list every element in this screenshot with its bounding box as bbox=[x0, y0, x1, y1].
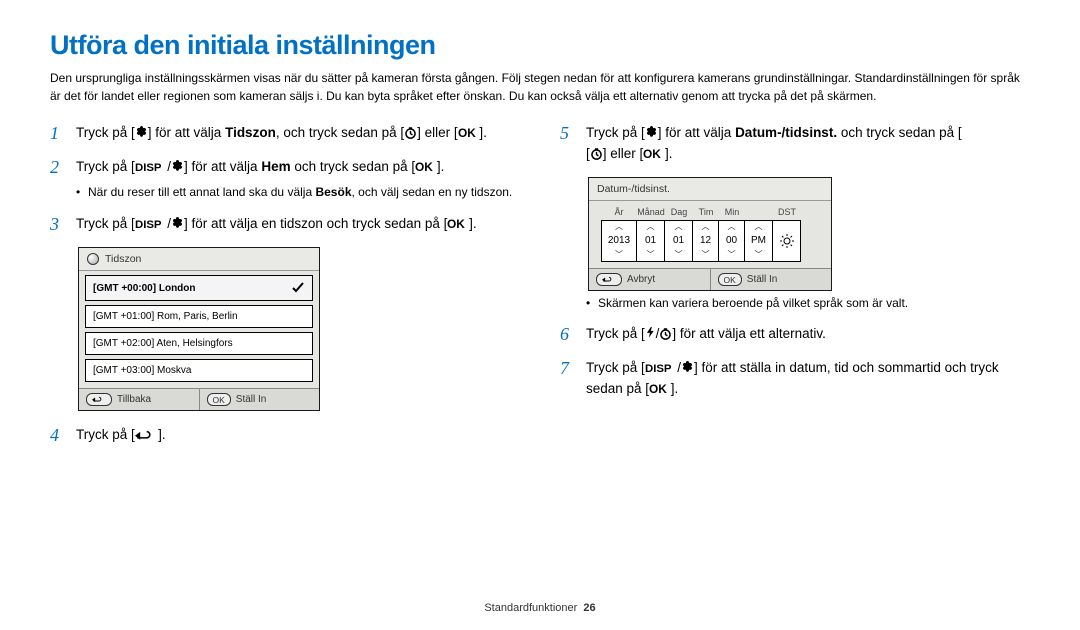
tz-list: [GMT +00:00] London [GMT +01:00] Rom, Pa… bbox=[79, 271, 319, 388]
step-5: 5 Tryck på [] för att välja Datum-/tidsi… bbox=[560, 123, 1030, 165]
step-text: Tryck på [/] för att välja en tidszon oc… bbox=[76, 214, 520, 235]
step-3: 3 Tryck på [/] för att välja en tidszon … bbox=[50, 214, 520, 236]
step-text: Tryck på [/] för att välja ett alternati… bbox=[586, 324, 1030, 345]
chevron-down-icon[interactable]: ﹀ bbox=[602, 251, 636, 259]
back-icon bbox=[135, 427, 158, 440]
step-1: 1 Tryck på [] för att välja Tidszon, och… bbox=[50, 123, 520, 145]
dt-month-cell[interactable]: ︿01﹀ bbox=[636, 220, 665, 262]
flower-icon bbox=[171, 159, 184, 172]
right-column: 5 Tryck på [] för att välja Datum-/tidsi… bbox=[560, 123, 1030, 459]
dt-cells: ︿2013﹀ ︿01﹀ ︿01﹀ ︿12﹀ ︿00﹀ ︿PM﹀ bbox=[601, 220, 823, 262]
dt-day-cell[interactable]: ︿01﹀ bbox=[664, 220, 693, 262]
disp-icon bbox=[135, 216, 168, 229]
dt-hour-cell[interactable]: ︿12﹀ bbox=[692, 220, 719, 262]
ok-icon bbox=[447, 216, 469, 229]
step-number: 2 bbox=[50, 157, 68, 179]
back-key-icon bbox=[86, 393, 112, 406]
dt-year-cell[interactable]: ︿2013﹀ bbox=[601, 220, 637, 262]
tz-item[interactable]: [GMT +02:00] Aten, Helsingfors bbox=[85, 332, 313, 355]
step-text: Tryck på []. bbox=[76, 425, 520, 446]
flower-icon bbox=[681, 360, 694, 373]
flower-icon bbox=[135, 125, 148, 138]
back-key-icon bbox=[596, 273, 622, 286]
tz-item[interactable]: [GMT +03:00] Moskva bbox=[85, 359, 313, 382]
left-column: 1 Tryck på [] för att välja Tidszon, och… bbox=[50, 123, 520, 459]
ok-icon bbox=[643, 146, 665, 159]
check-icon bbox=[291, 281, 305, 295]
ok-icon bbox=[415, 159, 437, 172]
step-6: 6 Tryck på [/] för att välja ett alterna… bbox=[560, 324, 1030, 346]
disp-icon bbox=[135, 159, 168, 172]
tz-back-button[interactable]: Tillbaka bbox=[79, 389, 199, 410]
sun-icon bbox=[780, 234, 794, 248]
step-text: Tryck på [] för att välja Tidszon, och t… bbox=[76, 123, 520, 144]
dt-footer: Avbryt OK Ställ In bbox=[589, 268, 831, 290]
timer-icon bbox=[659, 326, 672, 339]
tz-set-button[interactable]: OK Ställ In bbox=[199, 389, 320, 410]
step-number: 7 bbox=[560, 358, 578, 380]
bolt-icon bbox=[645, 326, 656, 339]
dt-min-cell[interactable]: ︿00﹀ bbox=[718, 220, 745, 262]
tz-header: Tidszon bbox=[79, 248, 319, 271]
step-text: Tryck på [/] för att ställa in datum, ti… bbox=[586, 358, 1030, 400]
ok-key-icon: OK bbox=[207, 393, 231, 406]
dt-set-button[interactable]: OK Ställ In bbox=[710, 269, 832, 290]
flower-icon bbox=[171, 216, 184, 229]
page-footer: Standardfunktioner 26 bbox=[0, 602, 1080, 614]
step-2: 2 Tryck på [/] för att välja Hem och try… bbox=[50, 157, 520, 179]
dt-body: År Månad Dag Tim Min DST ︿2013﹀ ︿01﹀ ︿01… bbox=[589, 201, 831, 268]
timer-icon bbox=[590, 146, 603, 159]
globe-icon bbox=[87, 253, 99, 265]
intro-paragraph: Den ursprungliga inställningsskärmen vis… bbox=[50, 69, 1030, 105]
tz-footer: Tillbaka OK Ställ In bbox=[79, 388, 319, 410]
page-title: Utföra den initiala inställningen bbox=[50, 30, 1030, 61]
ok-key-icon: OK bbox=[718, 273, 742, 286]
step-2-sub: När du reser till ett annat land ska du … bbox=[88, 184, 520, 201]
step-number: 3 bbox=[50, 214, 68, 236]
step-number: 5 bbox=[560, 123, 578, 145]
tz-item[interactable]: [GMT +01:00] Rom, Paris, Berlin bbox=[85, 305, 313, 328]
chevron-up-icon[interactable]: ︿ bbox=[602, 223, 636, 231]
timer-icon bbox=[404, 125, 417, 138]
timezone-screenshot: Tidszon [GMT +00:00] London [GMT +01:00]… bbox=[78, 247, 320, 411]
dt-ampm-cell[interactable]: ︿PM﹀ bbox=[744, 220, 773, 262]
tz-title: Tidszon bbox=[105, 253, 141, 265]
step-4: 4 Tryck på []. bbox=[50, 425, 520, 447]
step-text: Tryck på [] för att välja Datum-/tidsins… bbox=[586, 123, 1030, 165]
step-number: 6 bbox=[560, 324, 578, 346]
step-7: 7 Tryck på [/] för att ställa in datum, … bbox=[560, 358, 1030, 400]
dt-dst-cell[interactable] bbox=[772, 220, 801, 262]
tz-item-selected[interactable]: [GMT +00:00] London bbox=[85, 275, 313, 301]
datetime-screenshot: Datum-/tidsinst. År Månad Dag Tim Min DS… bbox=[588, 177, 832, 291]
ok-icon bbox=[458, 125, 480, 138]
content-columns: 1 Tryck på [] för att välja Tidszon, och… bbox=[50, 123, 1030, 459]
flower-icon bbox=[645, 125, 658, 138]
step-5-sub: Skärmen kan variera beroende på vilket s… bbox=[598, 295, 1030, 312]
step-text: Tryck på [/] för att välja Hem och tryck… bbox=[76, 157, 520, 178]
step-number: 4 bbox=[50, 425, 68, 447]
ok-icon bbox=[649, 381, 671, 394]
dt-header: Datum-/tidsinst. bbox=[589, 178, 831, 201]
dt-cancel-button[interactable]: Avbryt bbox=[589, 269, 710, 290]
disp-icon bbox=[645, 360, 678, 373]
dt-labels: År Månad Dag Tim Min DST bbox=[601, 207, 823, 217]
step-number: 1 bbox=[50, 123, 68, 145]
